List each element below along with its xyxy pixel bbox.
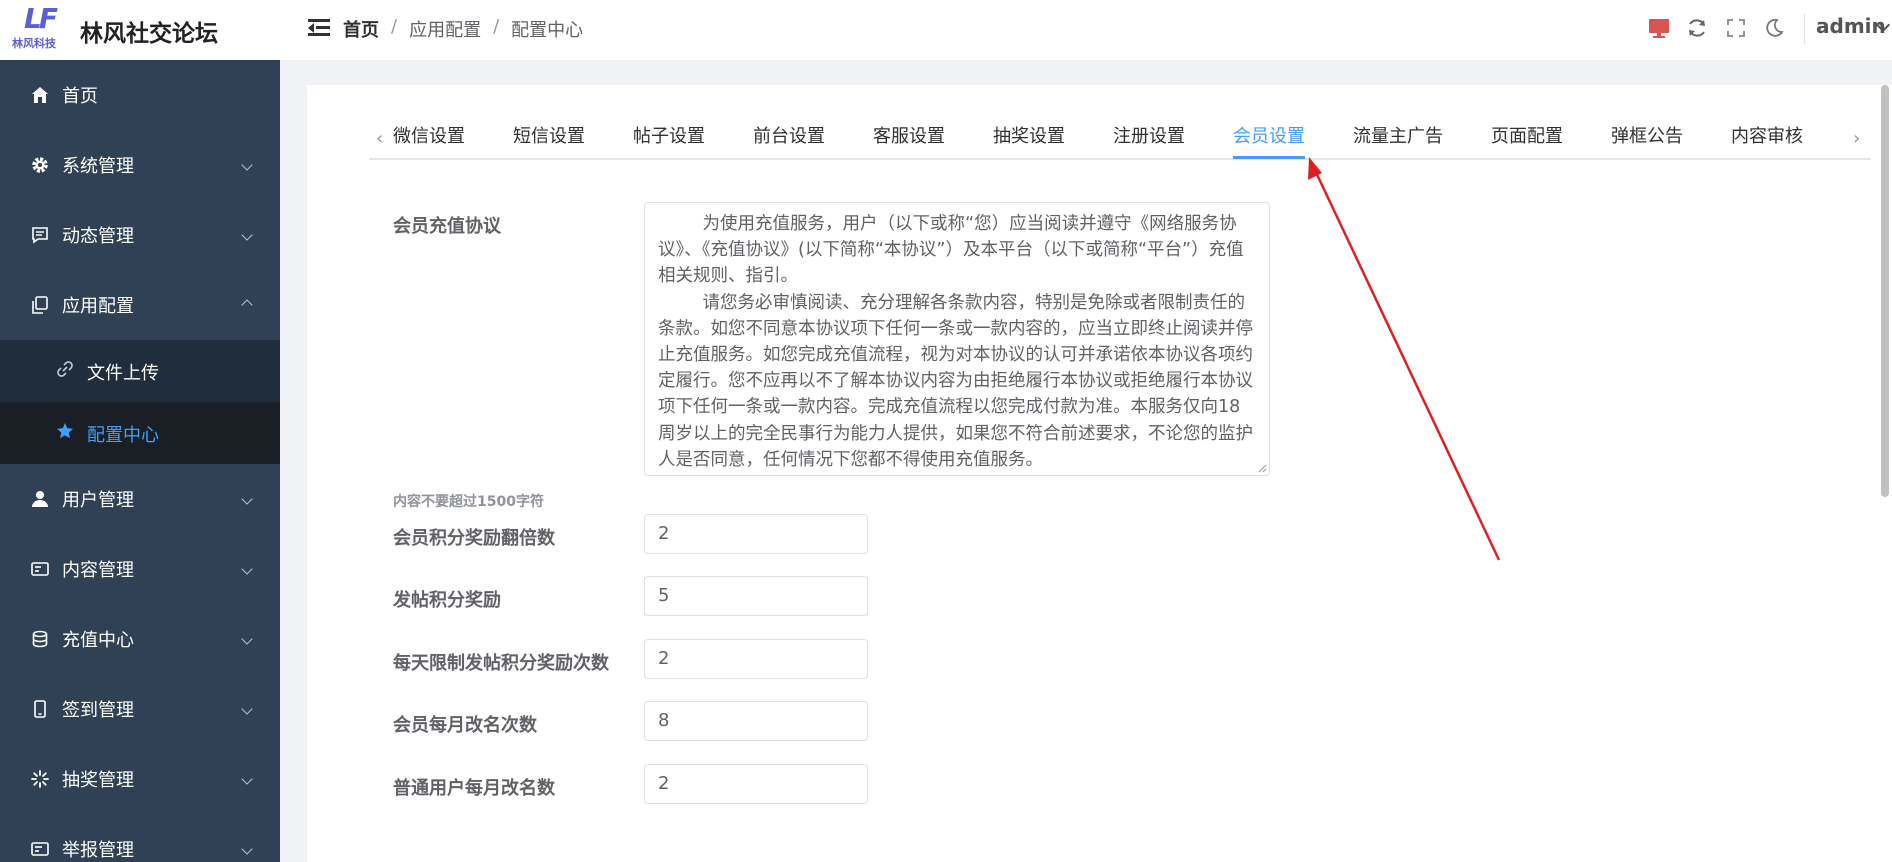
- sidebar-item-label: 系统管理: [62, 156, 134, 177]
- field-label: 会员每月改名次数: [393, 715, 537, 736]
- chevron-down-icon: [241, 159, 253, 171]
- logo-subtext: 林风科技: [12, 37, 56, 50]
- sidebar-item-app-config[interactable]: 应用配置: [0, 270, 280, 340]
- resize-handle-icon[interactable]: [1257, 463, 1267, 473]
- breadcrumb-home[interactable]: 首页: [343, 16, 379, 42]
- sidebar-item-system[interactable]: 系统管理: [0, 130, 280, 200]
- logo: LF 林风科技: [12, 2, 70, 50]
- fullscreen-icon[interactable]: [1725, 17, 1747, 39]
- menu-toggle-icon[interactable]: [308, 18, 330, 38]
- chevron-down-icon: [241, 773, 253, 785]
- loading-icon: [30, 769, 50, 789]
- chevron-down-icon: [241, 633, 253, 645]
- tab-sms[interactable]: 短信设置: [513, 122, 585, 148]
- tab-scroll-right-icon[interactable]: ›: [1853, 128, 1860, 149]
- sidebar: 首页 系统管理 动态管理 应用配置 文件上传 配置中心 用户管理 内容管理 充值…: [0, 60, 280, 862]
- tab-content-review[interactable]: 内容审核: [1731, 122, 1803, 148]
- star-icon: [56, 422, 74, 445]
- agreement-label: 会员充值协议: [393, 216, 501, 237]
- copy-icon: [30, 295, 50, 315]
- chevron-down-icon: [241, 703, 253, 715]
- tab-scroll-left-icon[interactable]: ‹: [376, 128, 383, 149]
- field-label: 每天限制发帖积分奖励次数: [393, 653, 609, 674]
- sidebar-item-label: 动态管理: [62, 226, 134, 247]
- sidebar-item-checkin[interactable]: 签到管理: [0, 674, 280, 744]
- chevron-down-icon: [241, 843, 253, 855]
- header-divider: [1804, 14, 1805, 44]
- sidebar-item-lottery[interactable]: 抽奖管理: [0, 744, 280, 814]
- sidebar-subitem-config-center[interactable]: 配置中心: [0, 402, 280, 464]
- tab-popup-notice[interactable]: 弹框公告: [1611, 122, 1683, 148]
- sidebar-item-label: 举报管理: [62, 840, 134, 861]
- breadcrumb: 首页 / 应用配置 / 配置中心: [343, 16, 584, 42]
- link-icon: [56, 360, 74, 383]
- tab-ads[interactable]: 流量主广告: [1353, 122, 1443, 148]
- user-icon: [30, 489, 50, 509]
- agreement-textarea[interactable]: 为使用充值服务，用户（以下或称“您）应当阅读并遵守《网络服务协议》、《充值协议》…: [644, 202, 1270, 476]
- user-name[interactable]: admin: [1816, 14, 1886, 38]
- sidebar-item-label: 充值中心: [62, 630, 134, 651]
- report-icon: [30, 839, 50, 859]
- sidebar-item-content[interactable]: 内容管理: [0, 534, 280, 604]
- logo-area[interactable]: LF 林风科技 林风社交论坛: [0, 0, 280, 60]
- tab-customer-service[interactable]: 客服设置: [873, 122, 945, 148]
- breadcrumb-app-config[interactable]: 应用配置: [409, 16, 481, 42]
- gear-icon: [30, 155, 50, 175]
- dark-mode-icon[interactable]: [1763, 17, 1785, 39]
- active-tab-indicator: [1233, 156, 1305, 159]
- message-icon: [30, 225, 50, 245]
- sidebar-item-users[interactable]: 用户管理: [0, 464, 280, 534]
- tab-register[interactable]: 注册设置: [1113, 122, 1185, 148]
- sidebar-item-label: 内容管理: [62, 560, 134, 581]
- post-points-input[interactable]: 5: [644, 576, 868, 616]
- sidebar-item-label: 首页: [62, 86, 98, 107]
- field-label: 发帖积分奖励: [393, 590, 501, 611]
- agreement-hint: 内容不要超过1500字符: [393, 494, 544, 510]
- home-icon: [30, 85, 50, 105]
- top-bar: LF 林风科技 林风社交论坛 首页 / 应用配置 / 配置中心 admin: [0, 0, 1892, 60]
- database-icon: [30, 629, 50, 649]
- sidebar-item-dynamic[interactable]: 动态管理: [0, 200, 280, 270]
- user-rename-limit-input[interactable]: 2: [644, 764, 868, 804]
- sidebar-item-label: 文件上传: [87, 363, 159, 384]
- tab-wechat[interactable]: 微信设置: [393, 122, 465, 148]
- field-label: 普通用户每月改名数: [393, 778, 555, 799]
- phone-icon: [30, 699, 50, 719]
- field-label: 会员积分奖励翻倍数: [393, 528, 555, 549]
- member-rename-limit-input[interactable]: 8: [644, 701, 868, 741]
- page-scrollbar[interactable]: [1881, 85, 1889, 497]
- breadcrumb-config-center: 配置中心: [511, 20, 584, 41]
- tab-posts[interactable]: 帖子设置: [633, 122, 705, 148]
- chevron-down-icon: [241, 563, 253, 575]
- chevron-up-icon: [241, 299, 253, 311]
- sidebar-item-label: 配置中心: [87, 425, 159, 446]
- sidebar-item-recharge[interactable]: 充值中心: [0, 604, 280, 674]
- monitor-icon[interactable]: [1648, 17, 1670, 39]
- tab-frontend[interactable]: 前台设置: [753, 122, 825, 148]
- chevron-down-icon: [241, 493, 253, 505]
- tab-membership[interactable]: 会员设置: [1233, 122, 1305, 148]
- tab-page-config[interactable]: 页面配置: [1491, 122, 1563, 148]
- sidebar-item-label: 用户管理: [62, 490, 134, 511]
- sidebar-item-home[interactable]: 首页: [0, 60, 280, 130]
- sidebar-item-label: 签到管理: [62, 700, 134, 721]
- chevron-down-icon: [241, 229, 253, 241]
- logo-text: LF: [24, 2, 58, 35]
- daily-post-reward-limit-input[interactable]: 2: [644, 639, 868, 679]
- points-multiplier-input[interactable]: 2: [644, 514, 868, 554]
- card-icon: [30, 559, 50, 579]
- sidebar-item-report[interactable]: 举报管理: [0, 814, 280, 862]
- app-title: 林风社交论坛: [80, 21, 218, 47]
- sidebar-item-label: 应用配置: [62, 296, 134, 317]
- sidebar-item-label: 抽奖管理: [62, 770, 134, 791]
- refresh-icon[interactable]: [1686, 17, 1708, 39]
- tab-lottery[interactable]: 抽奖设置: [993, 122, 1065, 148]
- sidebar-subitem-file-upload[interactable]: 文件上传: [0, 340, 280, 402]
